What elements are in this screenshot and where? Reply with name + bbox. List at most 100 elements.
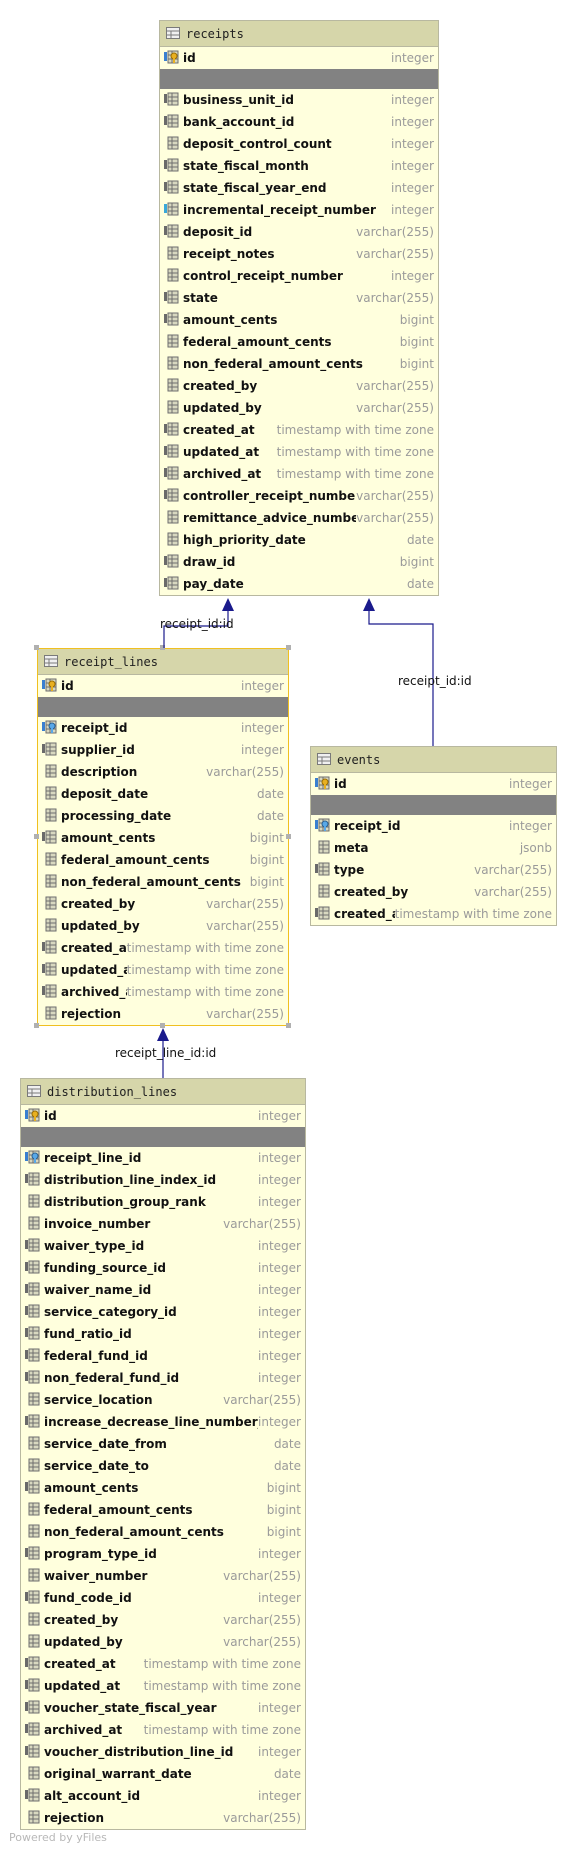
column-row[interactable]: updated_by varchar(255) (38, 915, 288, 937)
table-header[interactable]: distribution_lines (21, 1079, 305, 1105)
column-row[interactable]: created_by varchar(255) (21, 1609, 305, 1631)
column-row[interactable]: updated_by varchar(255) (21, 1631, 305, 1653)
selection-handle[interactable] (286, 1023, 291, 1028)
column-row[interactable]: deposit_control_count integer (160, 133, 438, 155)
column-row[interactable]: rejection varchar(255) (38, 1003, 288, 1025)
column-row[interactable]: funding_source_id integer (21, 1257, 305, 1279)
column-row[interactable]: fund_code_id integer (21, 1587, 305, 1609)
column-row[interactable]: archived_attimestamp with time zone (21, 1719, 305, 1741)
column-row[interactable]: federal_fund_id integer (21, 1345, 305, 1367)
column-row[interactable]: created_by varchar(255) (38, 893, 288, 915)
column-name: funding_source_id (44, 1261, 166, 1275)
column-row[interactable]: updated_by varchar(255) (160, 397, 438, 419)
column-row[interactable]: high_priority_date date (160, 529, 438, 551)
column-row[interactable]: control_receipt_number integer (160, 265, 438, 287)
column-row[interactable]: incremental_receipt_number integer (160, 199, 438, 221)
column-row[interactable]: remittance_advice_number varchar(255) (160, 507, 438, 529)
column-row-pk[interactable]: id integer (160, 47, 438, 69)
selection-handle[interactable] (286, 645, 291, 650)
column-row[interactable]: archived_attimestamp with time zone (38, 981, 288, 1003)
column-row[interactable]: non_federal_amount_cents bigint (160, 353, 438, 375)
column-row[interactable]: business_unit_id integer (160, 89, 438, 111)
column-row[interactable]: meta jsonb (311, 837, 556, 859)
column-row[interactable]: fund_ratio_id integer (21, 1323, 305, 1345)
table-header[interactable]: receipts (160, 21, 438, 47)
column-row[interactable]: rejection varchar(255) (21, 1807, 305, 1829)
selection-handle[interactable] (160, 645, 165, 650)
column-row[interactable]: updated_attimestamp with time zone (38, 959, 288, 981)
column-row[interactable]: deposit_id varchar(255) (160, 221, 438, 243)
selection-handle[interactable] (34, 645, 39, 650)
column-row-pk[interactable]: id integer (38, 675, 288, 697)
column-row[interactable]: supplier_id integer (38, 739, 288, 761)
column-row[interactable]: description varchar(255) (38, 761, 288, 783)
column-row[interactable]: federal_amount_cents bigint (160, 331, 438, 353)
column-row[interactable]: service_date_from date (21, 1433, 305, 1455)
column-row[interactable]: waiver_type_id integer (21, 1235, 305, 1257)
column-row[interactable]: service_location varchar(255) (21, 1389, 305, 1411)
column-row[interactable]: waiver_name_id integer (21, 1279, 305, 1301)
table-header[interactable]: events (311, 747, 556, 773)
column-row[interactable]: waiver_number varchar(255) (21, 1565, 305, 1587)
column-row[interactable]: state varchar(255) (160, 287, 438, 309)
selection-handle[interactable] (286, 834, 291, 839)
table-events[interactable]: events id integer receipt_id integer meta json… (310, 746, 557, 926)
column-row[interactable]: receipt_line_id integer (21, 1147, 305, 1169)
column-row[interactable]: created_by varchar(255) (160, 375, 438, 397)
column-row[interactable]: draw_id bigint (160, 551, 438, 573)
column-row[interactable]: non_federal_amount_cents bigint (21, 1521, 305, 1543)
selection-handle[interactable] (160, 1023, 165, 1028)
edge-events-receipts[interactable]: receipt_id:id (363, 598, 472, 746)
table-header[interactable]: receipt_lines (38, 649, 288, 675)
column-row[interactable]: amount_cents bigint (160, 309, 438, 331)
indexed-column-icon (25, 1589, 40, 1608)
column-row[interactable]: state_fiscal_month integer (160, 155, 438, 177)
column-row[interactable]: program_type_id integer (21, 1543, 305, 1565)
column-row[interactable]: original_warrant_date date (21, 1763, 305, 1785)
column-row[interactable]: voucher_state_fiscal_year integer (21, 1697, 305, 1719)
column-row[interactable]: non_federal_fund_id integer (21, 1367, 305, 1389)
column-row-pk[interactable]: id integer (21, 1105, 305, 1127)
column-row[interactable]: increase_decrease_line_number_id integer (21, 1411, 305, 1433)
column-row[interactable]: created_attimestamp with time zone (21, 1653, 305, 1675)
column-row[interactable]: pay_date date (160, 573, 438, 595)
column-row[interactable]: distribution_group_rank integer (21, 1191, 305, 1213)
column-row[interactable]: receipt_id integer (38, 717, 288, 739)
column-row[interactable]: receipt_id integer (311, 815, 556, 837)
column-name: meta (334, 841, 369, 855)
column-row[interactable]: controller_receipt_number varchar(255) (160, 485, 438, 507)
column-row[interactable]: receipt_notes varchar(255) (160, 243, 438, 265)
column-row[interactable]: service_category_id integer (21, 1301, 305, 1323)
column-row[interactable]: alt_account_id integer (21, 1785, 305, 1807)
edge-distribution-lines-receipt-lines[interactable]: receipt_line_id:id (115, 1028, 216, 1078)
column-row[interactable]: updated_attimestamp with time zone (21, 1675, 305, 1697)
table-receipt-lines[interactable]: receipt_lines id integer receipt_id integer s… (37, 648, 289, 1026)
column-row[interactable]: deposit_date date (38, 783, 288, 805)
column-row[interactable]: created_attimestamp with time zone (38, 937, 288, 959)
column-row[interactable]: state_fiscal_year_end integer (160, 177, 438, 199)
column-row[interactable]: updated_attimestamp with time zone (160, 441, 438, 463)
selection-handle[interactable] (34, 1023, 39, 1028)
column-row[interactable]: federal_amount_cents bigint (21, 1499, 305, 1521)
column-type: bigint (266, 1503, 301, 1517)
column-row[interactable]: non_federal_amount_cents bigint (38, 871, 288, 893)
column-row[interactable]: created_by varchar(255) (311, 881, 556, 903)
column-row[interactable]: federal_amount_cents bigint (38, 849, 288, 871)
column-row[interactable]: distribution_line_index_id integer (21, 1169, 305, 1191)
column-row-pk[interactable]: id integer (311, 773, 556, 795)
selection-handle[interactable] (34, 834, 39, 839)
column-row[interactable]: invoice_number varchar(255) (21, 1213, 305, 1235)
column-row[interactable]: type varchar(255) (311, 859, 556, 881)
table-receipts[interactable]: receipts id integer business_unit_id integer… (159, 20, 439, 596)
column-row[interactable]: created_attimestamp with time zone (160, 419, 438, 441)
column-row[interactable]: processing_date date (38, 805, 288, 827)
column-row[interactable]: bank_account_id integer (160, 111, 438, 133)
column-row[interactable]: amount_cents bigint (38, 827, 288, 849)
column-row[interactable]: service_date_to date (21, 1455, 305, 1477)
table-distribution-lines[interactable]: distribution_lines id integer receipt_line_… (20, 1078, 306, 1830)
column-row[interactable]: voucher_distribution_line_id integer (21, 1741, 305, 1763)
column-row[interactable]: archived_attimestamp with time zone (160, 463, 438, 485)
column-row[interactable]: created_attimestamp with time zone (311, 903, 556, 925)
edge-receipt-lines-receipts[interactable]: receipt_id:id (160, 598, 234, 648)
column-row[interactable]: amount_cents bigint (21, 1477, 305, 1499)
